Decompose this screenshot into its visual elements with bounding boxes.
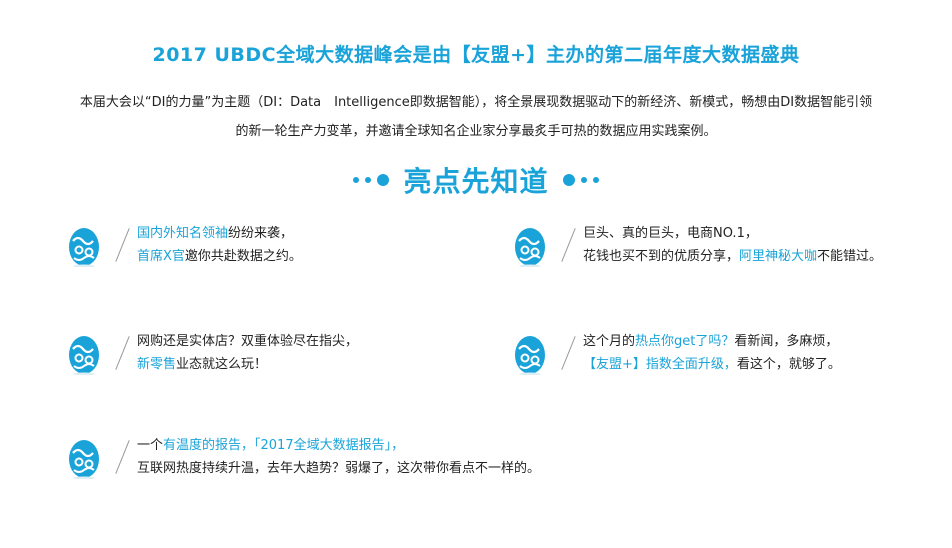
dot-icon (365, 177, 372, 183)
feature-item-1: 国内外知名领袖纷纷来袭， 首席X官邀你共赴数据之约。 (68, 222, 302, 268)
feature-line: 网购还是实体店？双重体验尽在指尖， (137, 334, 359, 349)
feature-text: 一个有温度的报告，「2017全域大数据报告」， 互联网热度持续升温，去年大趋势？… (137, 434, 540, 480)
dot-icon (353, 177, 360, 183)
dot-icon (377, 174, 390, 186)
divider-slash (115, 228, 130, 262)
feature-highlight: 热点你get了吗？ (635, 334, 735, 349)
feature-line: 不能错过。 (817, 249, 883, 264)
feature-line: 互联网热度持续升温，去年大趋势？弱爆了，这次带你看点不一样的。 (137, 461, 541, 476)
feature-line: 巨头、真的巨头，电商NO.1， (583, 226, 758, 241)
easter-egg-icon (515, 336, 545, 375)
feature-text: 这个月的热点你get了吗？看新闻，多麻烦， 【友盟+】指数全面升级，看这个，就够… (583, 330, 841, 376)
feature-text: 国内外知名领袖纷纷来袭， 首席X官邀你共赴数据之约。 (137, 222, 302, 268)
easter-egg-icon (69, 228, 99, 267)
page-title: 2017 UBDC全域大数据峰会是由【友盟+】主办的第二届年度大数据盛典 (152, 44, 800, 66)
feature-line: 邀你共赴数据之约。 (184, 249, 302, 264)
feature-text: 巨头、真的巨头，电商NO.1， 花钱也买不到的优质分享，阿里神秘大咖不能错过。 (583, 222, 882, 268)
easter-egg-icon (69, 440, 99, 479)
feature-item-2: 巨头、真的巨头，电商NO.1， 花钱也买不到的优质分享，阿里神秘大咖不能错过。 (514, 222, 882, 268)
divider-slash (561, 228, 576, 262)
feature-line: 纷纷来袭， (228, 226, 294, 241)
feature-line: 看这个，就够了。 (736, 357, 841, 372)
feature-highlight: 有温度的报告，「2017全域大数据报告」， (163, 438, 405, 453)
decorative-dots-left (353, 174, 390, 186)
feature-line: 看新闻，多麻烦， (734, 334, 839, 349)
feature-item-5: 一个有温度的报告，「2017全域大数据报告」， 互联网热度持续升温，去年大趋势？… (68, 434, 540, 480)
feature-item-3: 网购还是实体店？双重体验尽在指尖， 新零售业态就这么玩！ (68, 330, 358, 376)
feature-highlight: 新零售 (137, 357, 177, 372)
decorative-dots-right (562, 174, 599, 186)
feature-text: 网购还是实体店？双重体验尽在指尖， 新零售业态就这么玩！ (137, 330, 358, 376)
feature-highlight: 国内外知名领袖 (137, 226, 229, 241)
feature-line: 花钱也买不到的优质分享， (583, 249, 740, 264)
feature-highlight: 首席X官 (137, 249, 185, 264)
dot-icon (592, 177, 599, 183)
feature-line: 业态就这么玩！ (176, 357, 268, 372)
divider-slash (115, 336, 130, 370)
feature-item-4: 这个月的热点你get了吗？看新闻，多麻烦， 【友盟+】指数全面升级，看这个，就够… (514, 330, 841, 376)
intro-line-1: 本届大会以“DI的力量”为主题（DI：Data Intelligence即数据智… (79, 95, 873, 110)
dot-icon (562, 174, 575, 186)
section-heading: 亮点先知道 (0, 160, 952, 200)
divider-slash (115, 440, 130, 474)
feature-highlight: 【友盟+】指数全面升级， (583, 357, 737, 372)
intro-paragraph: 本届大会以“DI的力量”为主题（DI：Data Intelligence即数据智… (20, 88, 932, 146)
feature-line: 这个月的 (583, 334, 636, 349)
easter-egg-icon (69, 336, 99, 375)
dot-icon (580, 177, 587, 183)
feature-highlight: 阿里神秘大咖 (739, 249, 818, 264)
divider-slash (561, 336, 576, 370)
feature-line: 一个 (137, 438, 164, 453)
intro-line-2: 的新一轮生产力变革，并邀请全球知名企业家分享最炙手可热的数据应用实践案例。 (235, 124, 717, 139)
section-heading-text: 亮点先知道 (403, 165, 549, 198)
easter-egg-icon (515, 228, 545, 267)
